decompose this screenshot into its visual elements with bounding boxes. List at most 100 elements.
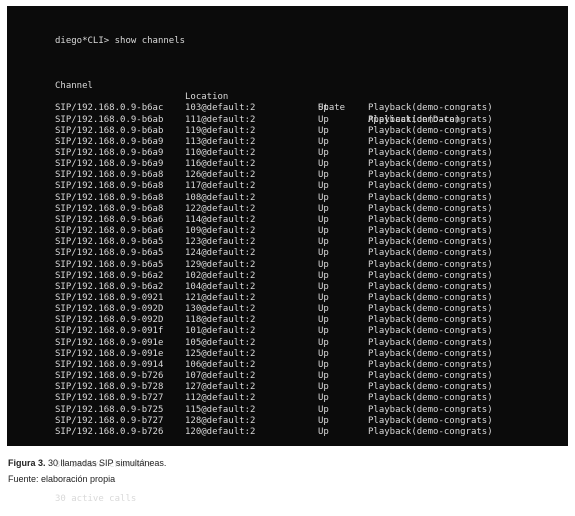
table-row: SIP/192.168.0.9-b6a8 108@default:2 Up Playb… bbox=[55, 193, 568, 204]
application-cell: Playback(demo-congrats) bbox=[368, 114, 493, 125]
table-row: SIP/192.168.0.9-b726 107@default:2 Up Playb… bbox=[55, 371, 568, 382]
channel-cell: SIP/192.168.0.9-b727 bbox=[55, 393, 164, 404]
application-cell: Playback(demo-congrats) bbox=[368, 426, 493, 437]
figure-caption-text: 30 llamadas SIP simultáneas. bbox=[45, 458, 167, 468]
figure-source: Fuente: elaboración propia bbox=[8, 474, 116, 484]
channel-cell: SIP/192.168.0.9-b6a9 bbox=[55, 159, 164, 170]
channel-cell: SIP/192.168.0.9-0921 bbox=[55, 293, 164, 303]
channel-cell: SIP/192.168.0.9-b6a8 bbox=[55, 192, 164, 203]
state-cell: Up bbox=[318, 203, 329, 214]
active-calls-summary: 30 active calls bbox=[55, 493, 137, 504]
location-cell: 117@default:2 bbox=[185, 181, 256, 192]
state-cell: Up bbox=[318, 348, 329, 359]
application-cell: Playback(demo-congrats) bbox=[368, 393, 493, 404]
state-cell: Up bbox=[318, 293, 329, 303]
channel-cell: SIP/192.168.0.9-b6a5 bbox=[55, 259, 164, 270]
table-row: SIP/192.168.0.9-b6a8 117@default:2 Up Playb… bbox=[55, 181, 568, 192]
channel-cell: SIP/192.168.0.9-b6a9 bbox=[55, 136, 164, 147]
table-row: SIP/192.168.0.9-b6a5 123@default:2 Up Playb… bbox=[55, 237, 568, 248]
channel-cell: SIP/192.168.0.9-b726 bbox=[55, 426, 164, 437]
state-cell: Up bbox=[318, 170, 329, 181]
header-location: Location bbox=[185, 92, 229, 103]
state-cell: Up bbox=[318, 214, 329, 225]
location-cell: 113@default:2 bbox=[185, 136, 256, 147]
application-cell: Playback(demo-congrats) bbox=[368, 359, 493, 370]
table-row: SIP/192.168.0.9-b6ab 119@default:2 Up Playb… bbox=[55, 126, 568, 137]
location-cell: 125@default:2 bbox=[185, 348, 256, 359]
table-row: SIP/192.168.0.9-b6a9 110@default:2 Up Playb… bbox=[55, 148, 568, 159]
application-cell: Playback(demo-congrats) bbox=[368, 226, 493, 237]
channel-cell: SIP/192.168.0.9-b6a2 bbox=[55, 270, 164, 281]
application-cell: Playback(demo-congrats) bbox=[368, 147, 493, 158]
location-cell: 123@default:2 bbox=[185, 237, 256, 248]
location-cell: 116@default:2 bbox=[185, 159, 256, 170]
table-row: SIP/192.168.0.9-b727 112@default:2 Up Playb… bbox=[55, 393, 568, 404]
table-row: SIP/192.168.0.9-b727 128@default:2 Up Playb… bbox=[55, 416, 568, 427]
table-row: SIP/192.168.0.9-b6a5 129@default:2 Up Playb… bbox=[55, 260, 568, 271]
location-cell: 103@default:2 bbox=[185, 103, 256, 114]
application-cell: Playback(demo-congrats) bbox=[368, 170, 493, 181]
application-cell: Playback(demo-congrats) bbox=[368, 304, 493, 315]
state-cell: Up bbox=[318, 226, 329, 237]
channel-cell: SIP/192.168.0.9-b728 bbox=[55, 382, 164, 393]
location-cell: 110@default:2 bbox=[185, 147, 256, 158]
table-row: SIP/192.168.0.9-b6a8 122@default:2 Up Playb… bbox=[55, 204, 568, 215]
channel-cell: SIP/192.168.0.9-092D bbox=[55, 315, 164, 326]
location-cell: 104@default:2 bbox=[185, 281, 256, 292]
application-cell: Playback(demo-congrats) bbox=[368, 203, 493, 214]
application-cell: Playback(demo-congrats) bbox=[368, 415, 493, 426]
application-cell: Playback(demo-congrats) bbox=[368, 371, 493, 382]
channel-cell: SIP/192.168.0.9-b6ab bbox=[55, 114, 164, 125]
state-cell: Up bbox=[318, 147, 329, 158]
figure-caption: Figura 3. 30 llamadas SIP simultáneas. bbox=[8, 457, 166, 469]
channel-cell: SIP/192.168.0.9-b6ab bbox=[55, 125, 164, 136]
channel-cell: SIP/192.168.0.9-b727 bbox=[55, 415, 164, 426]
header-row: Channel Location State Application(Data) bbox=[55, 70, 568, 125]
application-cell: Playback(demo-congrats) bbox=[368, 382, 493, 393]
application-cell: Playback(demo-congrats) bbox=[368, 159, 493, 170]
location-cell: 126@default:2 bbox=[185, 170, 256, 181]
table-row: SIP/192.168.0.9-b6a9 113@default:2 Up Playb… bbox=[55, 137, 568, 148]
state-cell: Up bbox=[318, 426, 329, 437]
channel-cell: SIP/192.168.0.9-091f bbox=[55, 326, 164, 337]
state-cell: Up bbox=[318, 315, 329, 326]
state-cell: Up bbox=[318, 281, 329, 292]
table-row: SIP/192.168.0.9-091e 105@default:2 Up Playb… bbox=[55, 338, 568, 349]
application-cell: Playback(demo-congrats) bbox=[368, 181, 493, 192]
application-cell: Playback(demo-congrats) bbox=[368, 136, 493, 147]
location-cell: 122@default:2 bbox=[185, 203, 256, 214]
location-cell: 118@default:2 bbox=[185, 315, 256, 326]
application-cell: Playback(demo-congrats) bbox=[368, 326, 493, 337]
table-row: SIP/192.168.0.9-091e 125@default:2 Up Playb… bbox=[55, 349, 568, 360]
table-row: SIP/192.168.0.9-b6ac 103@default:2 Up Playb… bbox=[55, 103, 568, 114]
channel-cell: SIP/192.168.0.9-b6a9 bbox=[55, 147, 164, 158]
state-cell: Up bbox=[318, 192, 329, 203]
table-row: SIP/192.168.0.9-b6a2 104@default:2 Up Playb… bbox=[55, 282, 568, 293]
channel-cell: SIP/192.168.0.9-b6a5 bbox=[55, 248, 164, 259]
table-row: SIP/192.168.0.9-b726 120@default:2 Up Playb… bbox=[55, 427, 568, 438]
location-cell: 120@default:2 bbox=[185, 426, 256, 437]
location-cell: 121@default:2 bbox=[185, 293, 256, 303]
location-cell: 107@default:2 bbox=[185, 371, 256, 382]
location-cell: 101@default:2 bbox=[185, 326, 256, 337]
location-cell: 127@default:2 bbox=[185, 382, 256, 393]
table-row: SIP/192.168.0.9-091f 101@default:2 Up Playb… bbox=[55, 326, 568, 337]
channel-cell: SIP/192.168.0.9-b6a6 bbox=[55, 226, 164, 237]
table-row: SIP/192.168.0.9-b6ab 111@default:2 Up Playb… bbox=[55, 115, 568, 126]
channel-cell: SIP/192.168.0.9-b6a5 bbox=[55, 237, 164, 248]
state-cell: Up bbox=[318, 337, 329, 348]
application-cell: Playback(demo-congrats) bbox=[368, 259, 493, 270]
channel-cell: SIP/192.168.0.9-092D bbox=[55, 304, 164, 315]
channel-cell: SIP/192.168.0.9-b6a8 bbox=[55, 170, 164, 181]
state-cell: Up bbox=[318, 270, 329, 281]
state-cell: Up bbox=[318, 382, 329, 393]
location-cell: 115@default:2 bbox=[185, 404, 256, 415]
terminal-window[interactable]: diego*CLI> show channels Channel Locatio… bbox=[7, 6, 568, 504]
table-row: SIP/192.168.0.9-b728 127@default:2 Up Playb… bbox=[55, 382, 568, 393]
table-row: SIP/192.168.0.9-b6a6 114@default:2 Up Playb… bbox=[55, 215, 568, 226]
location-cell: 112@default:2 bbox=[185, 393, 256, 404]
table-row: SIP/192.168.0.9-0921 121@default:2 Up Playb… bbox=[55, 293, 568, 304]
application-cell: Playback(demo-congrats) bbox=[368, 248, 493, 259]
state-cell: Up bbox=[318, 359, 329, 370]
state-cell: Up bbox=[318, 114, 329, 125]
